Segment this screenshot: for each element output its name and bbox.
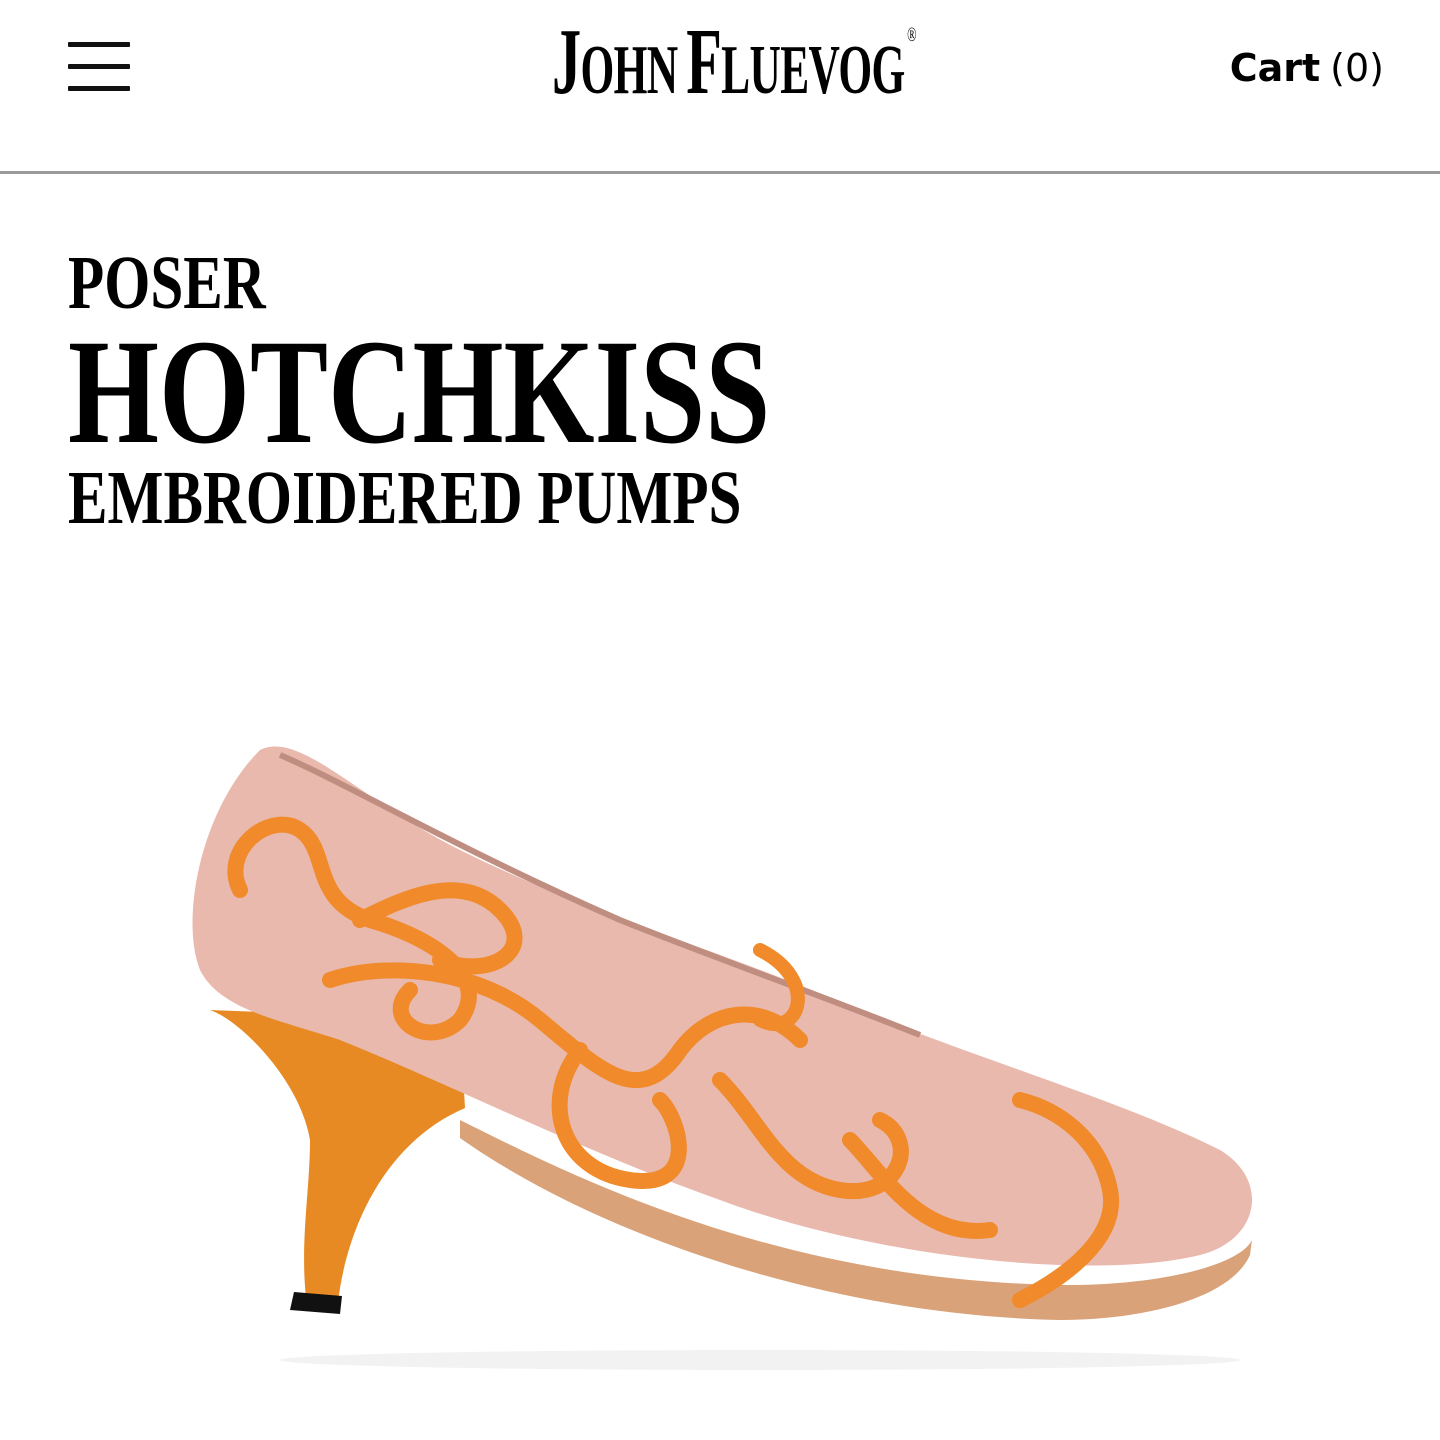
- hamburger-menu-icon[interactable]: [68, 42, 132, 92]
- logo-first-initial: J: [552, 10, 581, 114]
- logo-first-rest: OHN: [580, 32, 679, 109]
- site-header: JOHNFLUEVOG ® Cart (0): [0, 0, 1440, 174]
- product-title-block: POSER HOTCHKISS EMBROIDERED PUMPS: [68, 244, 968, 538]
- product-name: HOTCHKISS: [68, 309, 771, 475]
- product-subtitle: EMBROIDERED PUMPS: [68, 456, 742, 540]
- registered-mark: ®: [907, 24, 916, 46]
- menu-bar-middle: [68, 64, 130, 69]
- menu-bar-top: [68, 42, 130, 47]
- shoe-shadow: [280, 1350, 1240, 1370]
- menu-bar-bottom: [68, 86, 130, 91]
- logo-last-rest: LUEVOG: [721, 32, 905, 109]
- product-image[interactable]: [160, 720, 1280, 1380]
- cart-link[interactable]: Cart (0): [1230, 46, 1384, 90]
- cart-count: (0): [1330, 46, 1384, 90]
- brand-logo[interactable]: JOHNFLUEVOG ®: [552, 14, 917, 110]
- cart-label: Cart: [1229, 46, 1321, 90]
- logo-last-initial: F: [686, 10, 722, 114]
